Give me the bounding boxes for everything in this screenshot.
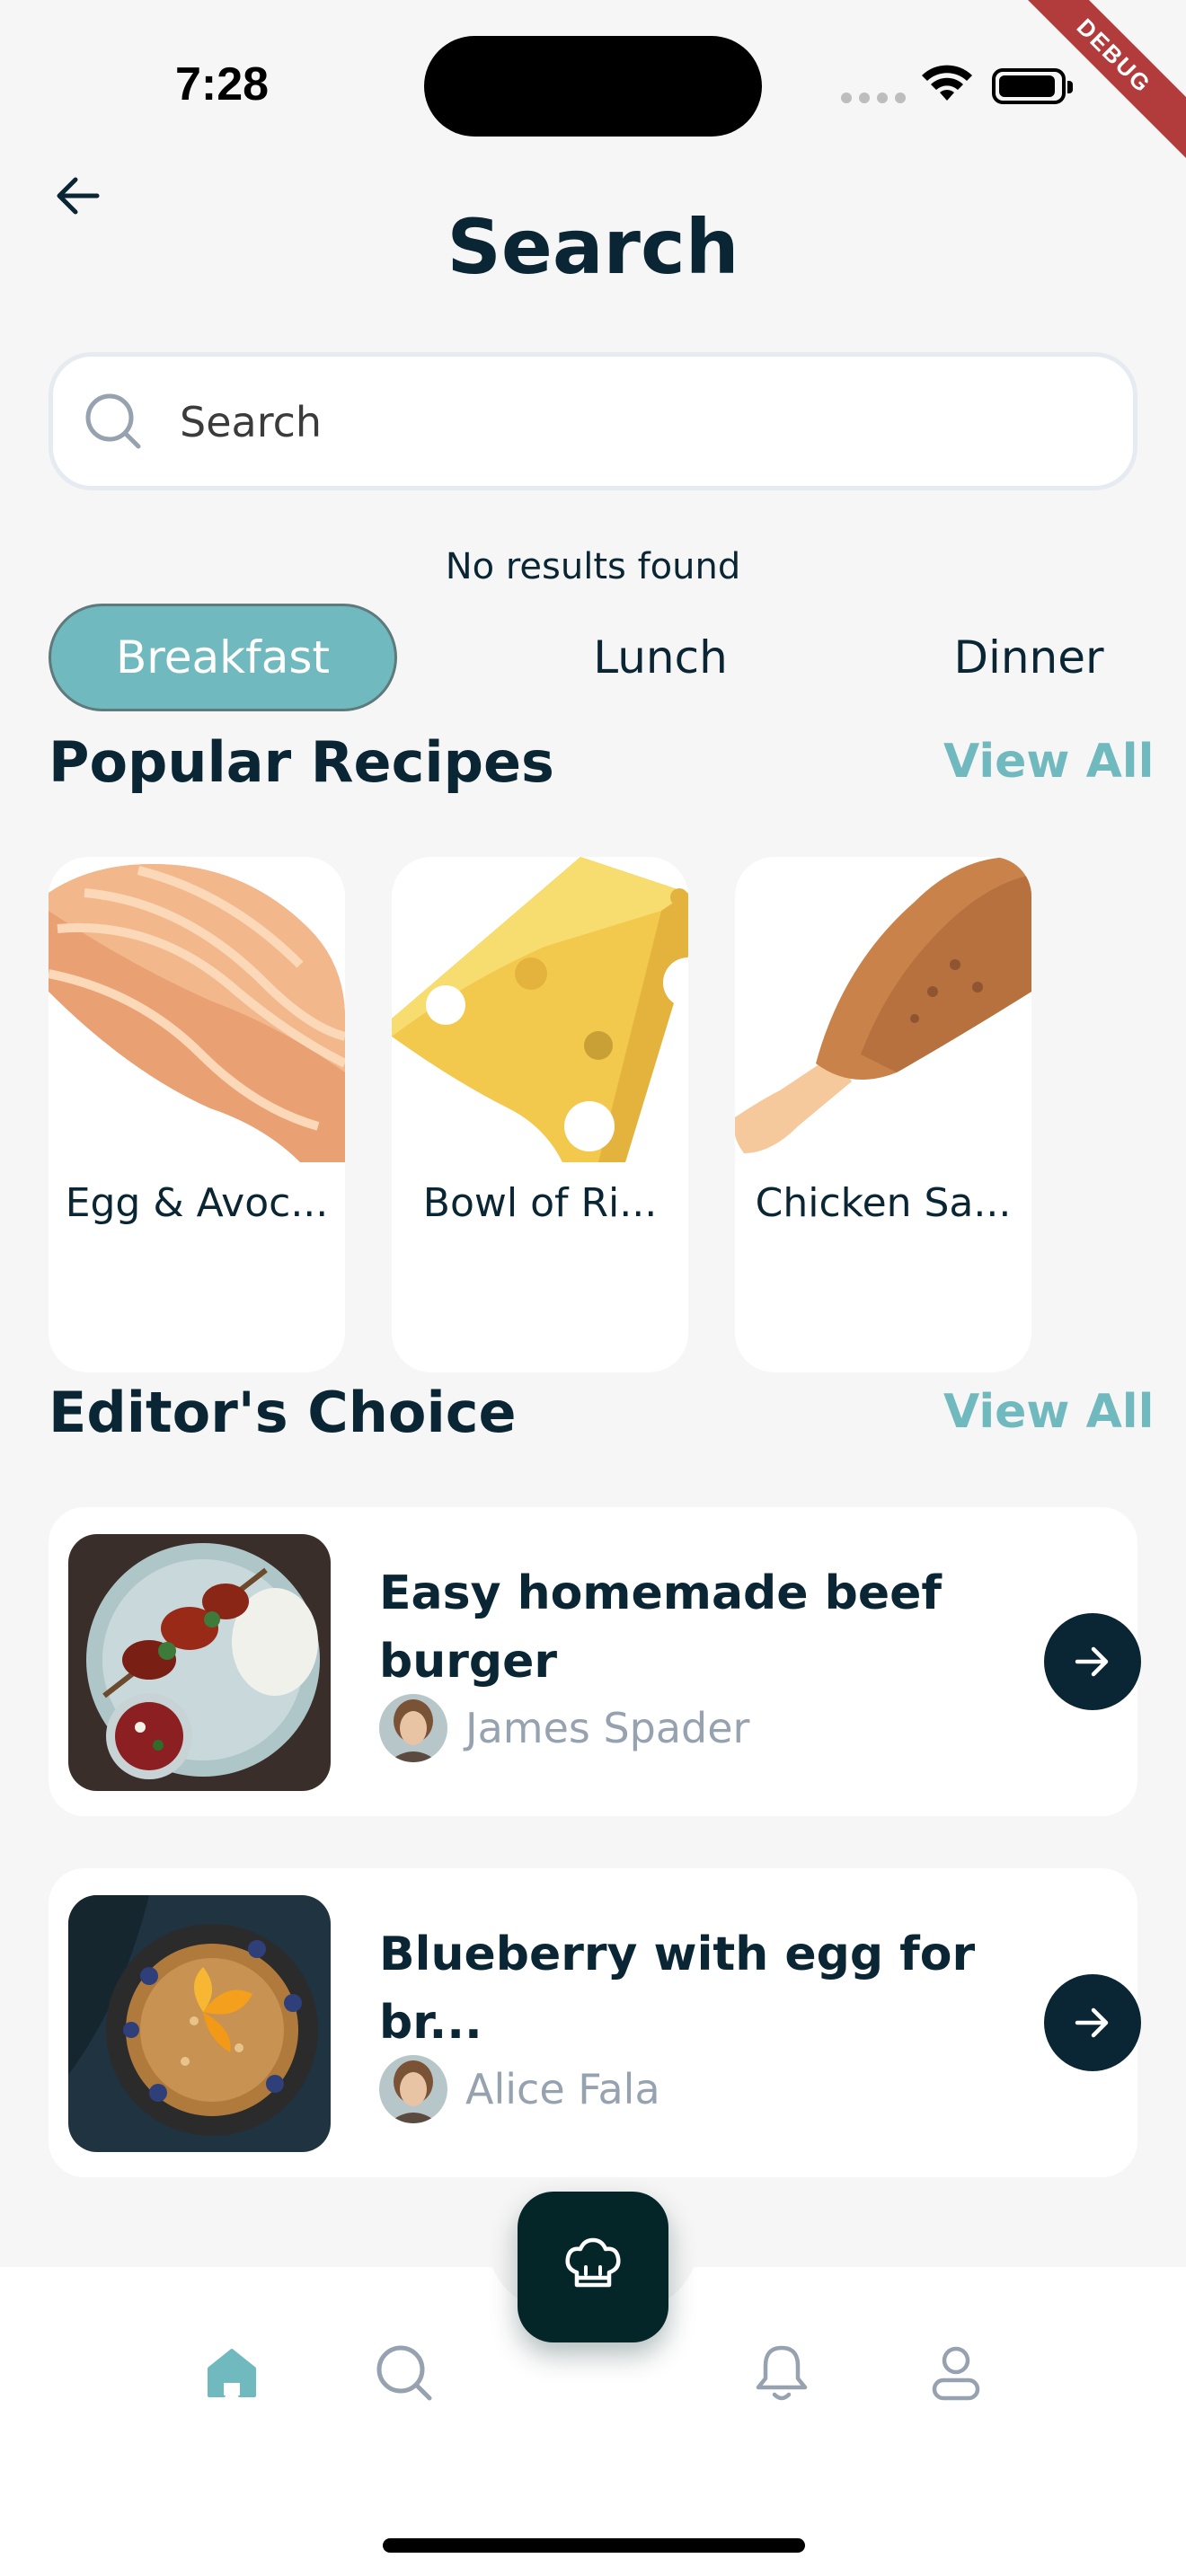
nav-home[interactable] <box>196 2337 268 2409</box>
recipe-card[interactable]: Chicken Sa... <box>735 857 1031 1372</box>
nav-notifications[interactable] <box>746 2337 818 2409</box>
no-results-message: No results found <box>445 546 741 587</box>
editors-view-all-link[interactable]: View All <box>943 1385 1154 1439</box>
recipe-title: Easy homemade beef burger <box>379 1566 943 1689</box>
bell-icon <box>756 2345 808 2401</box>
open-recipe-button[interactable] <box>1044 1974 1141 2071</box>
search-icon <box>85 393 141 449</box>
recipe-author: James Spader <box>379 1694 749 1762</box>
recipe-card[interactable]: Bowl of Ri... <box>392 857 688 1372</box>
page-title: Search <box>447 203 739 291</box>
recipe-card-label: Chicken Sa... <box>755 1180 1012 1226</box>
tab-breakfast[interactable]: Breakfast <box>49 604 397 711</box>
cheese-illustration <box>392 857 688 1162</box>
search-icon <box>376 2345 432 2401</box>
popular-view-all-link[interactable]: View All <box>943 735 1154 789</box>
salmon-illustration <box>49 864 345 1162</box>
popular-recipes-heading: Popular Recipes <box>49 729 554 795</box>
battery-icon <box>992 68 1073 104</box>
home-indicator <box>383 2538 805 2553</box>
recipe-author: Alice Fala <box>379 2055 660 2123</box>
nav-profile[interactable] <box>920 2337 992 2409</box>
tab-dinner[interactable]: Dinner <box>907 604 1150 711</box>
status-time: 7:28 <box>175 58 270 110</box>
editor-choice-card[interactable]: Easy homemade beef burger James Spader <box>49 1507 1141 1816</box>
editor-choice-card[interactable]: Blueberry with egg for br... Alice Fala <box>49 1868 1141 2177</box>
author-name: James Spader <box>465 1704 750 1752</box>
home-icon <box>208 2349 256 2397</box>
cellular-signal-icon <box>841 93 906 103</box>
nav-search[interactable] <box>368 2337 440 2409</box>
recipe-card-label: Egg & Avoc... <box>65 1180 329 1226</box>
chef-hat-icon <box>565 2237 621 2288</box>
arrow-right-icon <box>1075 2007 1109 2038</box>
dynamic-island <box>424 36 762 137</box>
recipe-card-label: Bowl of Ri... <box>422 1180 658 1226</box>
recipe-title: Blueberry with egg for br... <box>379 1928 976 2050</box>
author-name: Alice Fala <box>465 2065 660 2113</box>
search-input[interactable] <box>180 388 1078 456</box>
open-recipe-button[interactable] <box>1044 1613 1141 1710</box>
chef-fab-button[interactable] <box>518 2192 668 2342</box>
editors-choice-heading: Editor's Choice <box>49 1380 517 1445</box>
wifi-icon <box>922 65 972 101</box>
arrow-right-icon <box>1075 1646 1109 1677</box>
avatar <box>379 2055 447 2123</box>
recipe-photo <box>68 1534 331 1791</box>
profile-icon <box>932 2346 980 2401</box>
recipe-photo <box>68 1895 331 2152</box>
recipe-card[interactable]: Egg & Avoc... <box>49 857 345 1372</box>
tab-lunch[interactable]: Lunch <box>539 604 782 711</box>
avatar <box>379 1694 447 1762</box>
chicken-leg-illustration <box>735 857 1031 1153</box>
